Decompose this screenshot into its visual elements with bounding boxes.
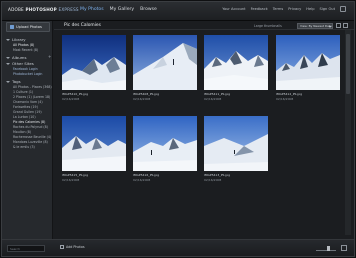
photo-filename: IMGP5408_PS.jpg [133, 92, 160, 96]
photo-image[interactable] [133, 35, 197, 90]
photo-filename: IMGP5410_PS.jpg [62, 92, 89, 96]
app-window: ADOBE PHOTOSHOP EXPRESS My Photos My Gal… [1, 1, 355, 257]
chevron-down-icon [329, 25, 331, 28]
sign-out-link[interactable]: Sign Out [320, 7, 336, 12]
upload-photos-button[interactable]: Upload Photos [6, 22, 50, 32]
photo-date: 02/16/2008 [133, 97, 151, 101]
photo-date: 02/16/2008 [62, 178, 80, 182]
photo-image[interactable] [204, 35, 268, 90]
tag-item[interactable]: All Photos - Places (368) [13, 85, 52, 89]
photo-thumbnail[interactable]: IMGP5416_PS.jpg 02/16/2008 [133, 116, 197, 182]
view-mode-label: Large thumbnails [254, 23, 282, 28]
sidebar: Upload Photos Library All Photos (8) Mos… [2, 21, 53, 239]
photo-thumbnail[interactable]: IMGP5415_PS.jpg 02/16/2008 [62, 116, 126, 182]
feedback-link[interactable]: Feedback [251, 7, 268, 12]
photo-thumbnail[interactable]: IMGP5408_PS.jpg 02/16/2008 [133, 35, 197, 101]
list-view-icon[interactable] [343, 23, 348, 28]
upload-icon [10, 25, 14, 29]
brand-logo: ADOBE PHOTOSHOP EXPRESS [8, 7, 79, 12]
zoom-icon[interactable] [341, 245, 347, 251]
top-bar: ADOBE PHOTOSHOP EXPRESS My Photos My Gal… [2, 2, 354, 21]
account-links: Your Account Feedback Terms Privacy Help… [222, 6, 346, 12]
scrollbar-thumb[interactable] [346, 34, 350, 94]
tab-browse[interactable]: Browse [140, 7, 157, 12]
chevron-down-icon [6, 39, 10, 41]
tag-item[interactable]: 2 Places (1) (Lorem 18) [13, 95, 50, 99]
add-album-icon[interactable]: + [48, 54, 51, 59]
terms-link[interactable]: Terms [273, 7, 284, 12]
sort-dropdown[interactable]: View: By Newest Date [297, 22, 333, 29]
fullscreen-icon[interactable] [340, 6, 346, 12]
album-header: Pic des Calomies Large thumbnails View: … [54, 21, 354, 30]
tab-my-gallery[interactable]: My Gallery [110, 7, 135, 12]
sidebar-item-all-photos[interactable]: All Photos (8) [13, 43, 34, 47]
main-nav: My Photos My Gallery Browse [80, 7, 157, 12]
photo-browser: Pic des Calomies Large thumbnails View: … [54, 21, 354, 239]
privacy-link[interactable]: Privacy [288, 7, 301, 12]
photo-filename: IMGP5411_PS.jpg [204, 92, 231, 96]
sidebar-item-most-recent[interactable]: Most Recent (8) [13, 48, 38, 52]
tag-item[interactable]: 1 Culture (1) [13, 90, 33, 94]
sidebar-item-photobucket[interactable]: Photobucket Login [13, 72, 42, 76]
section-other-sites[interactable]: Other Sites [6, 61, 34, 66]
search-input[interactable]: Search [7, 245, 45, 252]
photo-thumbnail[interactable]: IMGP5413_PS.jpg 02/16/2008 [204, 116, 268, 182]
tag-item[interactable]: Pic des Calomies (8) [13, 120, 45, 124]
your-account-link[interactable]: Your Account [222, 7, 245, 12]
scrollbar[interactable] [345, 30, 351, 235]
section-library[interactable]: Library [6, 37, 26, 42]
photo-date: 02/16/2008 [62, 97, 80, 101]
photo-filename: IMGP5412_PS.jpg [276, 92, 303, 96]
page-title: Pic des Calomies [64, 23, 101, 28]
photo-date: 02/16/2008 [204, 97, 222, 101]
slider-knob[interactable] [327, 246, 330, 251]
photo-date: 02/16/2008 [133, 178, 151, 182]
photo-filename: IMGP5415_PS.jpg [62, 173, 89, 177]
tag-item[interactable]: Chamonix Vom (4) [13, 100, 43, 104]
photo-image[interactable] [133, 116, 197, 171]
photo-filename: IMGP5413_PS.jpg [204, 173, 231, 177]
tag-item[interactable]: La Lurtan (10) [13, 115, 36, 119]
photo-filename: IMGP5416_PS.jpg [133, 173, 160, 177]
photo-thumbnail[interactable]: IMGP5410_PS.jpg 02/16/2008 [62, 35, 126, 101]
photo-image[interactable] [62, 116, 126, 171]
tag-item[interactable]: & le emilu (3) [13, 145, 35, 149]
chevron-down-icon [6, 81, 10, 83]
add-photos-button[interactable]: Add Photos [60, 245, 85, 249]
tag-item[interactable]: Roches du Polyrud (8) [13, 125, 48, 129]
sidebar-item-facebook[interactable]: Facebook Login [13, 67, 38, 71]
tab-my-photos[interactable]: My Photos [80, 7, 104, 12]
section-tags[interactable]: Tags [6, 79, 21, 84]
photo-image[interactable] [204, 116, 268, 171]
photo-date: 02/16/2008 [204, 178, 222, 182]
thumbnail-size-slider[interactable] [316, 246, 336, 251]
grid-view-icon[interactable] [336, 23, 341, 28]
bottom-bar: Search Add Photos [2, 239, 354, 256]
tag-item[interactable]: Moullon (8) [13, 130, 31, 134]
tag-item[interactable]: Grand Gullen (19) [13, 110, 42, 114]
photo-date: 02/16/2008 [276, 97, 294, 101]
tag-item[interactable]: Rocherrosse Beurille (4) [13, 135, 51, 139]
add-icon [60, 245, 64, 249]
chevron-down-icon [6, 63, 10, 65]
photo-image[interactable] [276, 35, 340, 90]
tag-item[interactable]: Mondoes Luzeville (8) [13, 140, 48, 144]
help-link[interactable]: Help [306, 7, 314, 12]
section-albums[interactable]: Albums [6, 55, 27, 60]
photo-thumbnail[interactable]: IMGP5411_PS.jpg 02/16/2008 [204, 35, 268, 101]
photo-image[interactable] [62, 35, 126, 90]
chevron-down-icon [6, 57, 10, 59]
tag-item[interactable]: Forissettes (19) [13, 105, 38, 109]
photo-thumbnail[interactable]: IMGP5412_PS.jpg 02/16/2008 [276, 35, 340, 101]
